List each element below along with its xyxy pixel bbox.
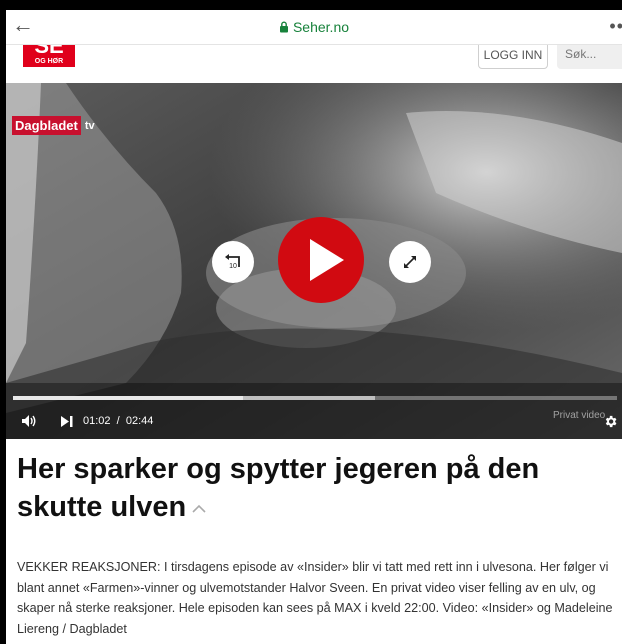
dagbladet-tv-logo: Dagbladet tv	[12, 116, 95, 135]
next-icon[interactable]	[61, 416, 73, 427]
article-title: Her sparker og spytter jegeren på den sk…	[17, 450, 617, 526]
article-title-text: Her sparker og spytter jegeren på den sk…	[17, 453, 540, 523]
video-progress-bar[interactable]	[13, 396, 617, 400]
logo-text: SE	[34, 45, 64, 58]
chevron-up-icon[interactable]	[192, 504, 206, 513]
browser-address-bar: ← Seher.no ••	[6, 10, 622, 45]
fullscreen-icon	[404, 256, 416, 268]
rewind-10-icon: 10	[225, 254, 240, 270]
private-video-label: Privat video	[553, 410, 606, 421]
login-button[interactable]: LOGG INN	[478, 45, 548, 69]
more-dots-icon[interactable]: ••	[609, 16, 622, 37]
lock-icon	[279, 21, 288, 33]
time-separator: /	[116, 415, 120, 427]
settings-gear-icon[interactable]	[603, 414, 618, 429]
site-header: SE OG HØR LOGG INN Søk...	[6, 45, 622, 83]
site-logo[interactable]: SE OG HØR	[23, 45, 75, 67]
current-time: 01:02	[83, 415, 111, 427]
fullscreen-button[interactable]	[389, 241, 431, 283]
article-description: VEKKER REAKSJONER: I tirsdagens episode …	[17, 560, 613, 636]
volume-icon[interactable]	[21, 414, 37, 428]
rewind-10-button[interactable]: 10	[212, 241, 254, 283]
logo-subtext: OG HØR	[34, 58, 64, 65]
play-button[interactable]	[278, 217, 364, 303]
url-text: Seher.no	[292, 19, 350, 35]
search-input[interactable]: Søk...	[557, 45, 622, 69]
play-icon	[310, 239, 344, 281]
url-display[interactable]: Seher.no	[6, 19, 622, 35]
progress-fill	[13, 396, 243, 400]
svg-text:10: 10	[229, 263, 237, 270]
time-display: 01:02 / 02:44	[83, 414, 153, 428]
brand-suffix: tv	[84, 119, 95, 132]
brand-name: Dagbladet	[12, 116, 81, 135]
video-player[interactable]: Dagbladet tv 10 01:02 / 02:44 Privat vid…	[6, 83, 622, 439]
browser-window: ← Seher.no •• SE OG HØR LOGG INN Søk...	[6, 10, 622, 644]
duration: 02:44	[125, 415, 154, 427]
